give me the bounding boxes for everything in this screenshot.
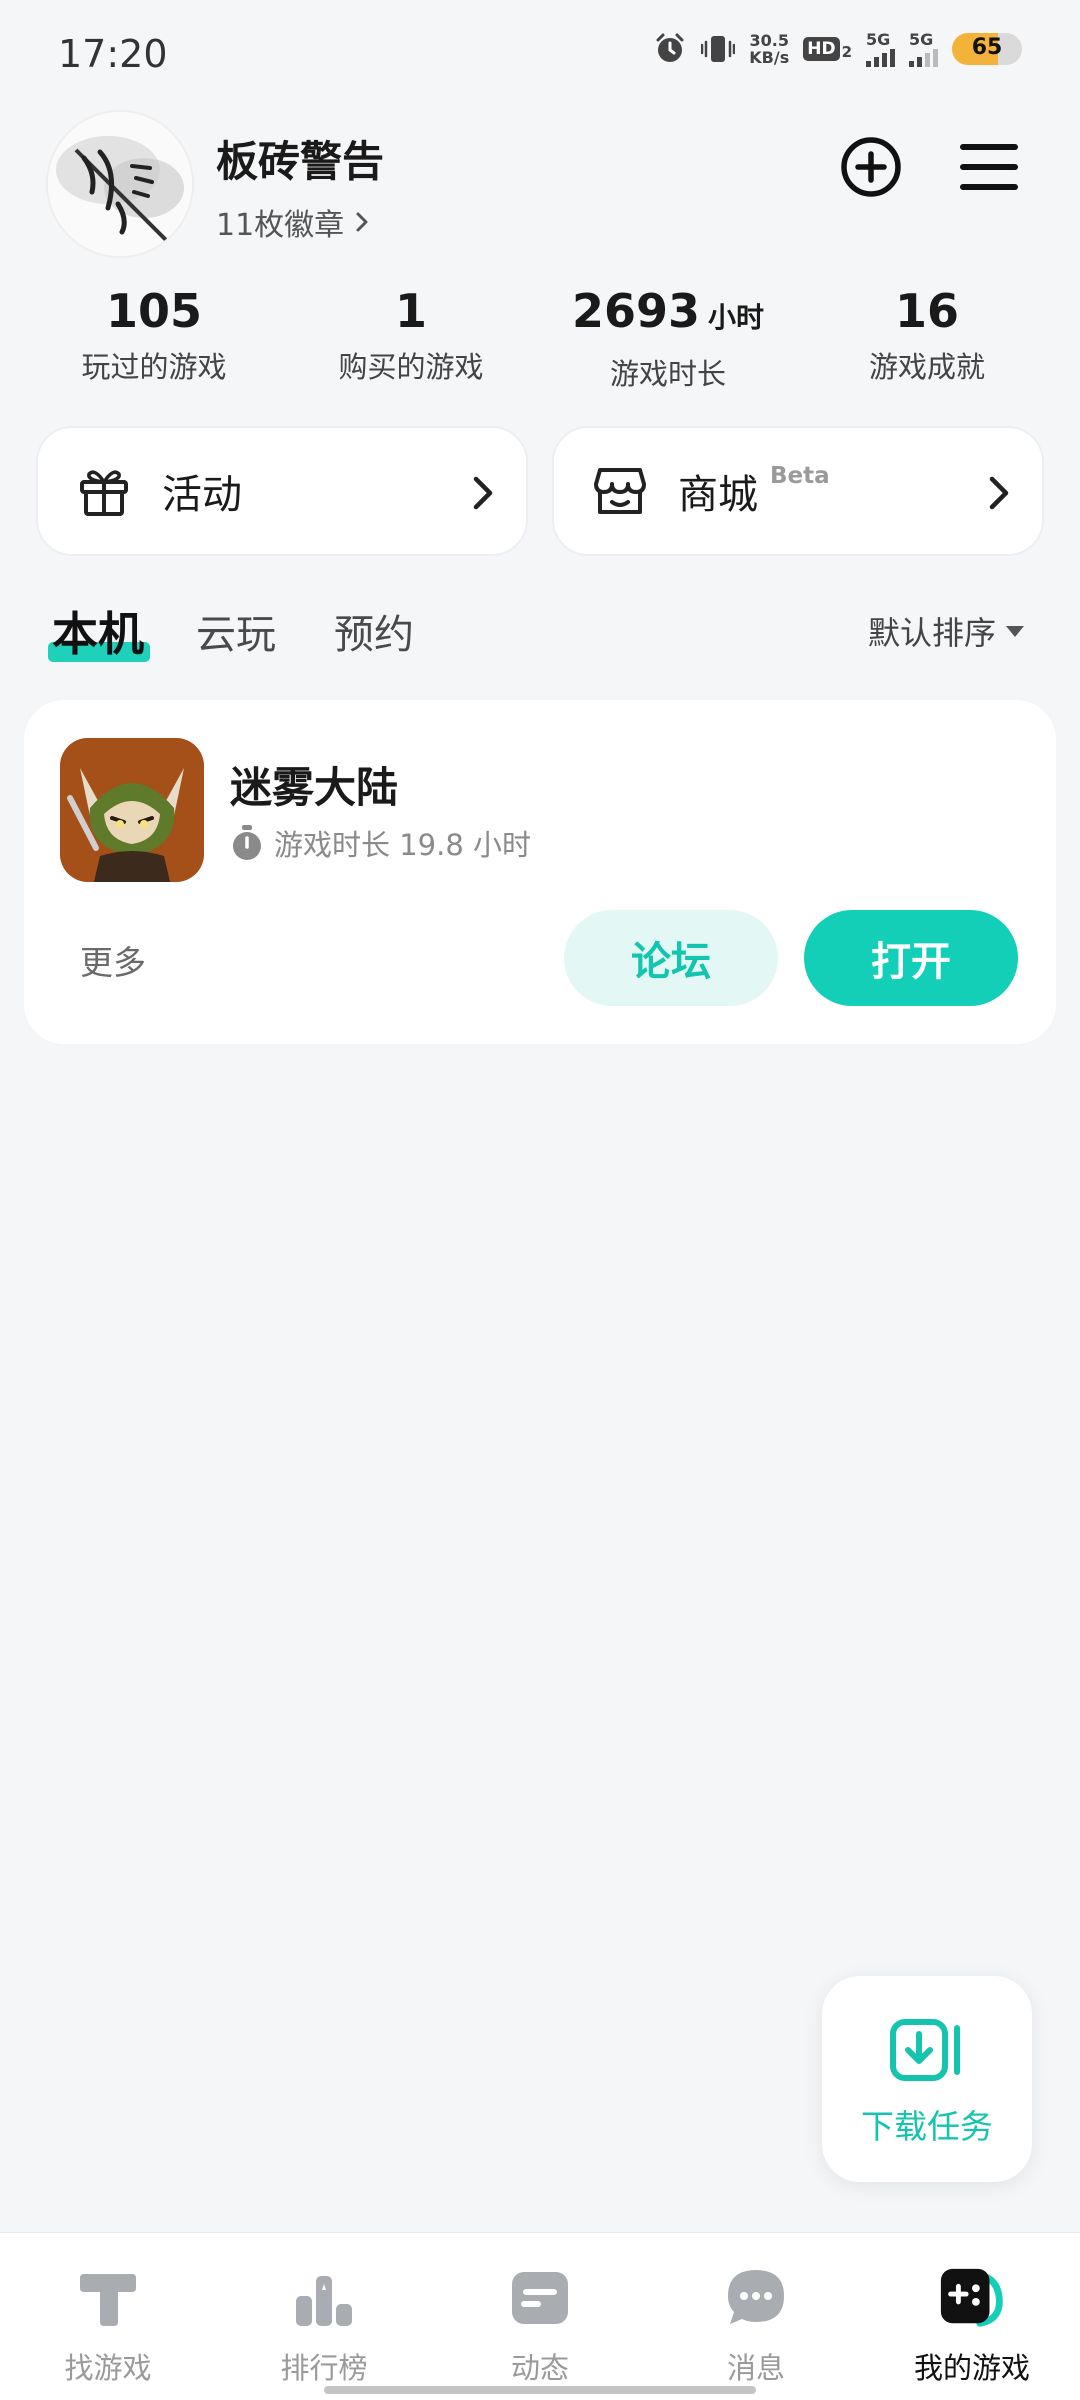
signal-icon: 5G (909, 30, 938, 67)
nav-label: 消息 (726, 2351, 785, 2385)
stat-achievements[interactable]: 16 游戏成就 (797, 282, 1057, 386)
add-button[interactable] (832, 128, 910, 206)
store-icon (590, 461, 650, 521)
download-task-icon (890, 2019, 960, 2081)
net-speed-value: 30.5 (749, 30, 789, 50)
avatar-calligraphy-icon (48, 112, 192, 256)
bottom-nav: 找游戏 排行榜 动态 消息 我的游戏 (0, 2232, 1080, 2400)
nav-my-games[interactable]: 我的游戏 (864, 2233, 1080, 2400)
stat-games-played[interactable]: 105 玩过的游戏 (24, 282, 284, 386)
find-game-icon (73, 2263, 143, 2333)
stat-label: 游戏时长 (609, 357, 726, 391)
nav-find-games[interactable]: 找游戏 (0, 2233, 216, 2400)
avatar[interactable] (46, 110, 194, 258)
message-icon (721, 2263, 791, 2333)
caret-down-icon (1006, 625, 1024, 637)
status-icons: 30.5 KB/s HD 2 5G 5G 65 (653, 30, 1022, 67)
nav-feed[interactable]: 动态 (432, 2233, 648, 2400)
stat-games-bought[interactable]: 1 购买的游戏 (281, 282, 541, 386)
chevron-right-icon (356, 212, 368, 232)
sort-dropdown[interactable]: 默认排序 (868, 608, 1024, 654)
stat-label: 购买的游戏 (338, 350, 484, 384)
nav-ranking[interactable]: 排行榜 (216, 2233, 432, 2400)
stat-value: 16 (894, 284, 959, 338)
stat-play-time[interactable]: 2693 小时 游戏时长 (538, 282, 798, 393)
status-bar: 17:20 30.5 KB/s HD 2 5G 5G 65 (0, 0, 1080, 110)
nav-messages[interactable]: 消息 (648, 2233, 864, 2400)
signal-icon: 5G (866, 30, 895, 67)
net-speed: 30.5 KB/s (749, 32, 789, 66)
stat-value: 105 (105, 284, 203, 338)
feed-icon (505, 2263, 575, 2333)
stat-value: 1 (394, 284, 427, 338)
stat-label: 游戏成就 (868, 350, 985, 384)
hd-label: HD (803, 36, 840, 61)
menu-button[interactable] (950, 128, 1028, 206)
activity-card[interactable]: 活动 (36, 426, 528, 556)
badges-link[interactable]: 11枚徽章 (216, 200, 370, 244)
sim1-label: 5G (866, 30, 891, 49)
game-card[interactable]: 迷雾大陆 游戏时长 19.8 小时 更多 论坛 打开 (24, 700, 1056, 1044)
vibrate-icon (701, 35, 736, 62)
tab-cloud[interactable]: 云玩 (196, 602, 276, 660)
home-indicator[interactable] (324, 2386, 756, 2394)
download-task-label: 下载任务 (861, 2107, 993, 2146)
game-art-fox-icon (60, 738, 204, 882)
username: 板砖警告 (216, 137, 385, 186)
sim2-label: 5G (909, 30, 934, 49)
game-name: 迷雾大陆 (230, 763, 399, 812)
ranking-icon (289, 2263, 359, 2333)
badges-count: 11枚徽章 (216, 208, 345, 243)
more-button[interactable]: 更多 (80, 936, 146, 984)
status-time: 17:20 (58, 32, 168, 76)
alarm-icon (656, 33, 684, 62)
nav-label: 动态 (510, 2351, 569, 2385)
tab-local[interactable]: 本机 (52, 598, 144, 664)
game-tabs: 本机 云玩 预约 默认排序 (0, 598, 1080, 668)
game-icon[interactable] (60, 738, 204, 882)
chevron-right-icon (989, 476, 1009, 510)
store-label: 商城 (678, 472, 758, 518)
hd-icon: HD 2 (803, 36, 852, 61)
game-play-time: 游戏时长 19.8 小时 (230, 822, 531, 864)
sort-label: 默认排序 (867, 614, 996, 652)
open-button[interactable]: 打开 (804, 910, 1018, 1006)
hd-sub: 2 (841, 42, 852, 61)
nav-label: 找游戏 (64, 2351, 152, 2385)
nav-label: 我的游戏 (913, 2351, 1030, 2385)
play-time-text: 游戏时长 19.8 小时 (274, 828, 532, 862)
battery-level: 65 (971, 34, 1003, 60)
forum-button[interactable]: 论坛 (564, 910, 778, 1006)
chevron-right-icon (473, 476, 493, 510)
beta-badge: Beta (770, 463, 830, 489)
download-task-button[interactable]: 下载任务 (822, 1976, 1032, 2182)
stat-value: 2693 (571, 284, 700, 338)
hamburger-menu-icon (960, 144, 1018, 190)
nav-label: 排行榜 (280, 2351, 368, 2385)
my-games-icon (937, 2263, 1007, 2333)
stat-label: 玩过的游戏 (81, 350, 227, 384)
tab-reserved[interactable]: 预约 (334, 602, 414, 660)
my-games-page: 17:20 30.5 KB/s HD 2 5G 5G 65 板砖警告 11枚徽章… (0, 0, 1080, 2400)
plus-circle-icon (841, 137, 901, 197)
stopwatch-icon (233, 825, 261, 860)
store-card[interactable]: 商城 Beta (552, 426, 1044, 556)
battery-icon: 65 (952, 32, 1022, 65)
gift-icon (74, 461, 134, 521)
stats-row: 105 玩过的游戏 1 购买的游戏 2693 小时 游戏时长 16 游戏成就 (0, 282, 1080, 392)
stat-unit: 小时 (708, 301, 765, 334)
activity-label: 活动 (162, 472, 242, 518)
net-speed-unit: KB/s (749, 47, 790, 67)
